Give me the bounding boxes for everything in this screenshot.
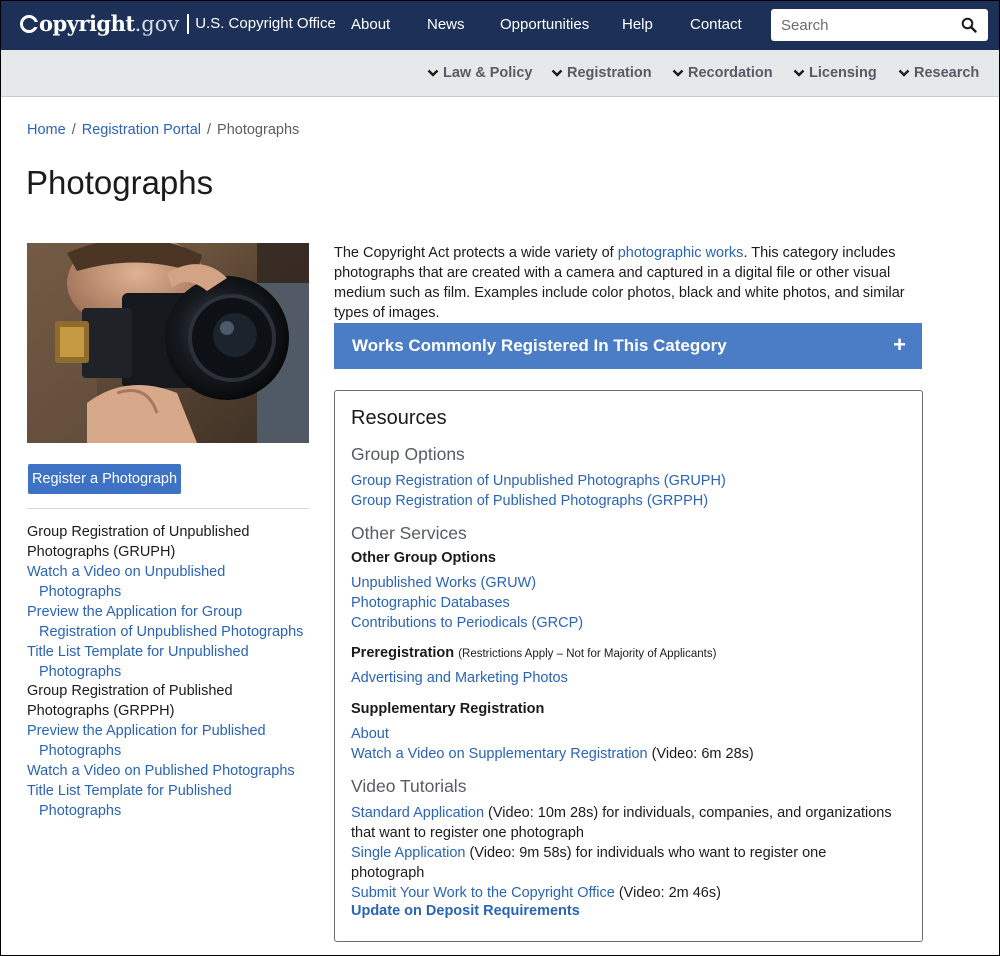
link-video-unpublished-photos[interactable]: Watch a Video on Unpublished Photographs [27, 562, 309, 602]
breadcrumb-registration-portal[interactable]: Registration Portal [82, 122, 201, 138]
search-box [771, 9, 988, 41]
breadcrumb-separator: / [207, 122, 212, 138]
intro-text-before: The Copyright Act protects a wide variet… [334, 245, 618, 261]
grpph-links-list: Group Registration of Published Photogra… [27, 681, 309, 821]
deposit-requirements: Update on Deposit Requirements [351, 901, 911, 921]
breadcrumb-separator: / [71, 122, 76, 138]
works-commonly-registered-accordion[interactable]: Works Commonly Registered In This Catego… [334, 323, 922, 369]
link-photographic-works[interactable]: photographic works [618, 245, 744, 261]
supplementary-video-duration: (Video: 6m 28s) [647, 746, 754, 762]
supplementary-registration-heading: Supplementary Registration [351, 701, 545, 717]
link-gruw[interactable]: Unpublished Works (GRUW) [351, 573, 911, 593]
office-name: U.S. Copyright Office [195, 15, 336, 32]
copyright-c-icon [20, 14, 39, 33]
video-tutorial-description: (Video: 2m 46s) [614, 885, 721, 901]
resources-title: Resources [351, 407, 447, 429]
preregistration-label: Preregistration [351, 645, 455, 661]
link-video-published-photos[interactable]: Watch a Video on Published Photographs [27, 761, 309, 781]
logo-divider [187, 13, 190, 34]
link-supplementary-about[interactable]: About [351, 724, 911, 744]
intro-paragraph: The Copyright Act protects a wide variet… [334, 243, 924, 323]
subnav-label: Law & Policy [443, 65, 533, 81]
divider [27, 508, 309, 509]
other-group-options-links: Unpublished Works (GRUW) Photographic Da… [351, 573, 911, 633]
subnav-registration[interactable]: Registration [551, 65, 652, 81]
preregistration-links: Advertising and Marketing Photos [351, 668, 911, 688]
link-supplementary-video[interactable]: Watch a Video on Supplementary Registrat… [351, 746, 648, 762]
logo-text-copyright: opyright [39, 11, 135, 36]
link-submit-your-work[interactable]: Submit Your Work to the Copyright Office [351, 885, 615, 901]
group-options-heading: Group Options [351, 444, 465, 464]
page-title: Photographs [26, 164, 214, 201]
accordion-label: Works Commonly Registered In This Catego… [352, 336, 727, 355]
chevron-down-icon [672, 69, 684, 77]
site-header: opyright .gov U.S. Copyright Office Abou… [0, 0, 1000, 50]
nav-about[interactable]: About [351, 16, 390, 33]
supplementary-video-line: Watch a Video on Supplementary Registrat… [351, 744, 911, 764]
search-icon[interactable] [961, 17, 977, 33]
chevron-down-icon [898, 69, 910, 77]
subnav-label: Recordation [688, 65, 773, 81]
chevron-down-icon [551, 69, 563, 77]
preregistration-heading: Preregistration (Restrictions Apply – No… [351, 643, 911, 664]
search-input[interactable] [771, 10, 951, 40]
link-title-list-published[interactable]: Title List Template for Published Photog… [27, 781, 309, 821]
nav-news[interactable]: News [427, 16, 465, 33]
video-tutorial-item: Single Application (Video: 9m 58s) for i… [351, 843, 896, 883]
group-options-links: Group Registration of Unpublished Photog… [351, 471, 911, 511]
subnav-label: Licensing [809, 65, 877, 81]
chevron-down-icon [427, 69, 439, 77]
chevron-down-icon [793, 69, 805, 77]
site-logo[interactable]: opyright .gov U.S. Copyright Office [20, 11, 336, 36]
subnav-law-policy[interactable]: Law & Policy [427, 65, 532, 81]
subnav-licensing[interactable]: Licensing [793, 65, 877, 81]
preregistration-note: (Restrictions Apply – Not for Majority o… [458, 648, 717, 660]
link-grpph[interactable]: Group Registration of Published Photogra… [351, 491, 911, 511]
video-tutorial-item: Standard Application (Video: 10m 28s) fo… [351, 803, 896, 843]
link-deposit-requirements[interactable]: Update on Deposit Requirements [351, 903, 580, 919]
link-preview-group-application[interactable]: Preview the Application for Group Regist… [27, 602, 309, 642]
nav-help[interactable]: Help [622, 16, 653, 33]
photographer-image [27, 243, 309, 443]
logo-text-gov: .gov [134, 11, 180, 36]
gruph-links-list: Group Registration of Unpublished Photog… [27, 522, 309, 682]
nav-opportunities[interactable]: Opportunities [500, 16, 589, 33]
plus-icon: + [893, 332, 906, 357]
video-tutorials-list: Standard Application (Video: 10m 28s) fo… [351, 803, 896, 903]
subnav-label: Registration [567, 65, 652, 81]
other-group-options-heading: Other Group Options [351, 550, 496, 566]
supplementary-registration-links: About Watch a Video on Supplementary Reg… [351, 724, 911, 764]
link-grcp[interactable]: Contributions to Periodicals (GRCP) [351, 613, 911, 633]
link-photographic-databases[interactable]: Photographic Databases [351, 593, 911, 613]
resources-panel: Resources Group Options Group Registrati… [334, 390, 923, 942]
video-tutorials-heading: Video Tutorials [351, 776, 467, 796]
link-single-application[interactable]: Single Application [351, 845, 465, 861]
subnav-label: Research [914, 65, 980, 81]
grpph-heading: Group Registration of Published Photogra… [27, 683, 233, 719]
link-title-list-unpublished[interactable]: Title List Template for Unpublished Phot… [27, 642, 309, 682]
video-tutorial-item: Submit Your Work to the Copyright Office… [351, 883, 896, 903]
link-advertising-marketing-photos[interactable]: Advertising and Marketing Photos [351, 668, 911, 688]
other-services-heading: Other Services [351, 523, 467, 543]
gruph-heading: Group Registration of Unpublished Photog… [27, 524, 250, 560]
secondary-nav: Law & Policy Registration Recordation Li… [0, 50, 1000, 97]
link-gruph[interactable]: Group Registration of Unpublished Photog… [351, 471, 911, 491]
subnav-research[interactable]: Research [898, 65, 979, 81]
breadcrumb-current: Photographs [217, 122, 300, 138]
breadcrumb: Home / Registration Portal / Photographs [27, 122, 299, 138]
breadcrumb-home[interactable]: Home [27, 122, 66, 138]
nav-contact[interactable]: Contact [690, 16, 742, 33]
link-standard-application[interactable]: Standard Application [351, 805, 484, 821]
subnav-recordation[interactable]: Recordation [672, 65, 773, 81]
link-preview-published-application[interactable]: Preview the Application for Published Ph… [27, 721, 309, 761]
register-photograph-button[interactable]: Register a Photograph [28, 464, 181, 494]
